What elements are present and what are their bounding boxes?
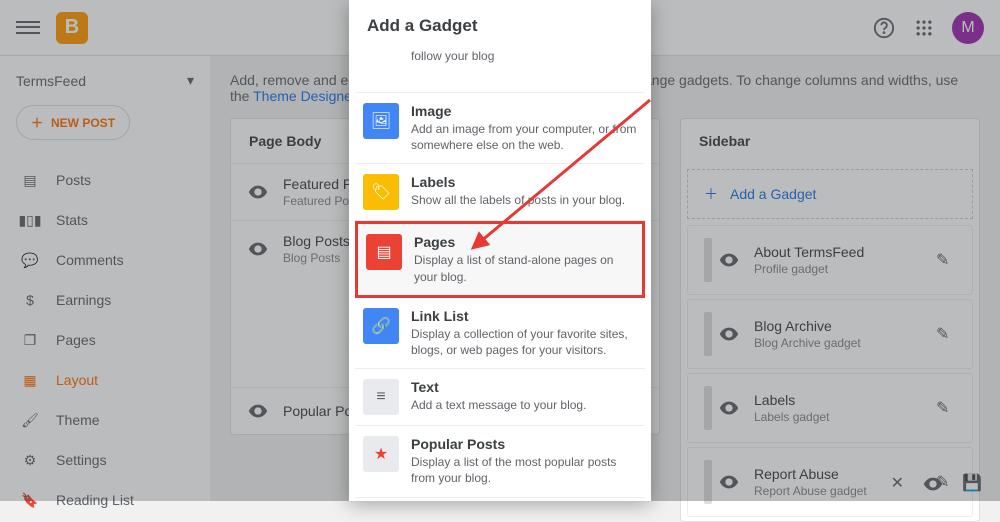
- pages-icon: ▤: [366, 234, 402, 270]
- gadget-option-linklist[interactable]: 🔗 Link List Display a collection of your f…: [355, 298, 645, 369]
- gadget-option-stats[interactable]: 📈Blog's stats: [355, 498, 645, 502]
- option-title: Popular Posts: [411, 436, 637, 452]
- followers-icon: [363, 46, 399, 82]
- gadget-option-text[interactable]: ≡ Text Add a text message to your blog.: [355, 369, 645, 426]
- option-title: Link List: [411, 308, 637, 324]
- gadget-option-list[interactable]: follow your blog 🖼 Image Add an image from…: [349, 46, 651, 501]
- option-desc: Display a list of stand-alone pages on y…: [414, 252, 634, 284]
- option-title: Labels: [411, 174, 625, 190]
- popular-icon: ★: [363, 436, 399, 472]
- gadget-option-image[interactable]: 🖼 Image Add an image from your computer, o…: [355, 93, 645, 164]
- labels-icon: 🏷: [363, 174, 399, 210]
- option-title: Pages: [414, 234, 634, 250]
- image-icon: 🖼: [363, 103, 399, 139]
- dialog-title: Add a Gadget: [349, 0, 651, 46]
- option-desc: Show all the labels of posts in your blo…: [411, 192, 625, 208]
- gadget-option[interactable]: follow your blog: [355, 46, 645, 93]
- option-desc: Add an image from your computer, or from…: [411, 121, 637, 153]
- option-desc: Add a text message to your blog.: [411, 397, 586, 413]
- gadget-option-pages[interactable]: ▤ Pages Display a list of stand-alone page…: [355, 221, 645, 297]
- gadget-option-labels[interactable]: 🏷 Labels Show all the labels of posts in y…: [355, 164, 645, 221]
- add-gadget-dialog: Add a Gadget follow your blog 🖼 Image Add …: [349, 0, 651, 501]
- option-title: Image: [411, 103, 637, 119]
- text-icon: ≡: [363, 379, 399, 415]
- option-title: Text: [411, 379, 586, 395]
- option-desc: follow your blog: [411, 48, 494, 64]
- option-desc: Display a list of the most popular posts…: [411, 454, 637, 486]
- gadget-option-popular[interactable]: ★ Popular Posts Display a list of the most…: [355, 426, 645, 497]
- option-desc: Display a collection of your favorite si…: [411, 326, 637, 358]
- link-icon: 🔗: [363, 308, 399, 344]
